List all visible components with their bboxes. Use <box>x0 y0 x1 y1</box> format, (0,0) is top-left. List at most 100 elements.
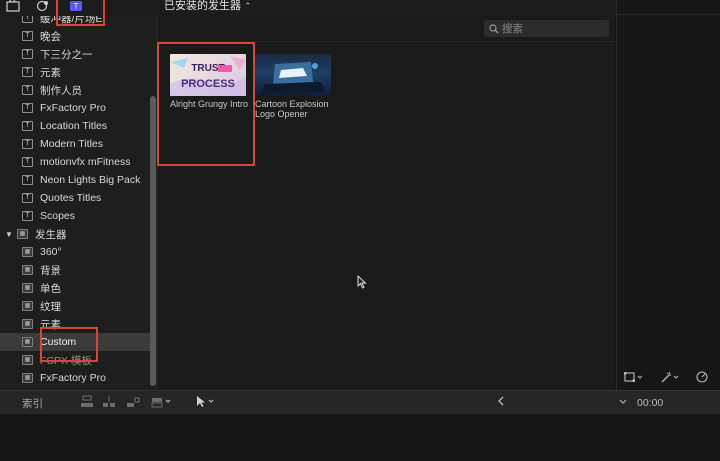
sidebar-item-label: Scopes <box>40 210 76 222</box>
sidebar-scrollbar[interactable] <box>150 96 156 386</box>
sidebar-item-label: 纹理 <box>40 300 61 313</box>
sidebar-item-label: 背景 <box>40 264 61 277</box>
generator-icon: ▦ <box>22 283 33 293</box>
generator-icon: ▦ <box>22 319 33 329</box>
sidebar-item-label: 缓冲器/片场E <box>40 16 103 25</box>
divider <box>617 14 720 15</box>
title-icon: T <box>22 139 33 149</box>
chevron-left-icon[interactable] <box>492 395 510 410</box>
title-icon: T <box>22 121 33 131</box>
search-icon <box>489 23 499 33</box>
sidebar-item-label: 发生器 <box>35 228 67 241</box>
top-bar: T 已安装的发生器 ⌃ <box>0 0 720 16</box>
svg-text:PROCESS: PROCESS <box>181 78 235 90</box>
select-tool-icon[interactable] <box>193 395 219 410</box>
title-icon: T <box>22 211 33 221</box>
sidebar-item[interactable]: T Neon Lights Big Pack <box>0 171 150 189</box>
title-icon: T <box>22 16 33 23</box>
generator-icon: ▦ <box>22 373 33 383</box>
sidebar-item[interactable]: T FxFactory Pro <box>0 99 150 117</box>
clip-thumbnail <box>255 54 331 96</box>
append-clip-icon[interactable] <box>124 395 142 410</box>
sidebar-item-label: Location Titles <box>40 120 108 132</box>
generator-icon: ▦ <box>17 229 28 239</box>
sidebar-group-generators[interactable]: ▼ ▦ 发生器 <box>0 225 150 243</box>
browser-title-label: 已安装的发生器 <box>164 0 241 12</box>
clip-name: Cartoon Explosion Logo Opener <box>255 99 329 119</box>
sidebar-item-label: Quotes Titles <box>40 192 102 204</box>
title-icon: T <box>22 67 33 77</box>
viewer-panel <box>616 0 720 390</box>
sidebar-item[interactable]: ▦ 单色 <box>0 279 150 297</box>
svg-text:T: T <box>74 2 79 11</box>
title-icon: T <box>22 193 33 203</box>
media-browser-icon[interactable] <box>4 0 22 14</box>
sidebar-item[interactable]: T 下三分之一 <box>0 45 150 63</box>
bottom-toolbar: 索引 00:00 <box>0 390 720 414</box>
title-icon: T <box>22 103 33 113</box>
timecode: 00:00 <box>637 397 664 409</box>
chevron-down-icon[interactable] <box>614 395 632 410</box>
title-icon: T <box>22 157 33 167</box>
photos-audio-icon[interactable] <box>34 0 52 14</box>
sidebar-item-label: 下三分之一 <box>40 48 93 61</box>
sidebar-item[interactable]: ▦ FCPX 模板 <box>0 351 150 369</box>
sidebar-item-label: motionvfx mFitness <box>40 156 131 168</box>
clip-cartoon-explosion-logo-opener[interactable]: Cartoon Explosion Logo Opener <box>255 54 333 119</box>
sidebar-item-label: 元素 <box>40 66 61 79</box>
sidebar-item-label: FxFactory Pro <box>40 102 106 114</box>
sidebar-item[interactable]: ▦ 元素 <box>0 315 150 333</box>
sidebar-item[interactable]: ▦ 360° <box>0 243 150 261</box>
sidebar-item-label: 制作人员 <box>40 84 82 97</box>
sidebar-item[interactable]: Tmotionvfx mFitness <box>0 153 150 171</box>
sidebar-item[interactable]: T 制作人员 <box>0 81 150 99</box>
title-icon: T <box>22 85 33 95</box>
search-input[interactable]: 搜索 <box>484 20 609 37</box>
title-icon: T <box>22 31 33 41</box>
sidebar-item-label: Custom <box>40 336 77 348</box>
viewer-toolbar <box>616 367 720 389</box>
sidebar-item[interactable]: ▦ 纹理 <box>0 297 150 315</box>
sidebar-item[interactable]: ▦ Custom <box>0 333 150 351</box>
sidebar-item[interactable]: T Modern Titles <box>0 135 150 153</box>
clip-alright-grungy-intro[interactable]: TRUST PROCESS Alright Grungy Intro <box>170 54 248 109</box>
magic-wand-icon[interactable] <box>660 371 680 386</box>
sidebar-item[interactable]: T 元素 <box>0 63 150 81</box>
sidebar-item[interactable]: T Quotes Titles <box>0 189 150 207</box>
index-button[interactable]: 索引 <box>22 396 43 411</box>
sidebar-item-label: 单色 <box>40 282 61 295</box>
chevron-updown-icon: ⌃ <box>244 1 252 11</box>
mouse-pointer-icon <box>357 274 367 292</box>
sidebar-item-label: FCPX 模板 <box>40 354 92 367</box>
clip-thumbnail: TRUST PROCESS <box>170 54 246 96</box>
transform-icon[interactable] <box>624 371 644 386</box>
timeline[interactable] <box>0 415 720 461</box>
sidebar-item[interactable]: T 缓冲器/片场E <box>0 16 150 27</box>
browser-title[interactable]: 已安装的发生器 ⌃ <box>164 0 252 14</box>
generator-icon: ▦ <box>22 337 33 347</box>
title-icon: T <box>22 175 33 185</box>
divider <box>159 41 615 42</box>
sidebar-item[interactable]: T Scopes <box>0 207 150 225</box>
speed-icon[interactable] <box>696 370 712 386</box>
title-icon: T <box>22 49 33 59</box>
overwrite-clip-icon[interactable] <box>150 395 176 410</box>
sidebar-item-label: 360° <box>40 246 62 258</box>
clip-name: Alright Grungy Intro <box>170 99 249 109</box>
generator-icon: ▦ <box>22 247 33 257</box>
generator-icon: ▦ <box>22 301 33 311</box>
sidebar-item[interactable]: T Location Titles <box>0 117 150 135</box>
titles-generators-icon[interactable]: T <box>67 0 85 14</box>
sidebar-item-label: 元素 <box>40 318 61 331</box>
disclosure-triangle-icon[interactable]: ▼ <box>3 230 15 239</box>
browser-content: 搜索 TRUST PROCESS Alright Grungy Intro Ca… <box>159 16 615 390</box>
insert-clip-icon[interactable] <box>100 395 118 410</box>
sidebar-item[interactable]: T 晚会 <box>0 27 150 45</box>
sidebar: ▦ FxFactory Pro ▦ FCPX 模板 ▦ Custom ▦ 元素 ▦ 纹理 ▦ 单色 ▦ 背… <box>0 16 158 390</box>
sidebar-item-label: FxFactory Pro <box>40 372 106 384</box>
sidebar-item[interactable]: ▦ 背景 <box>0 261 150 279</box>
sidebar-item[interactable]: ▦ FxFactory Pro <box>0 369 150 387</box>
connect-clip-icon[interactable] <box>78 395 96 410</box>
sidebar-item-label: 晚会 <box>40 30 61 43</box>
search-placeholder: 搜索 <box>502 23 523 35</box>
